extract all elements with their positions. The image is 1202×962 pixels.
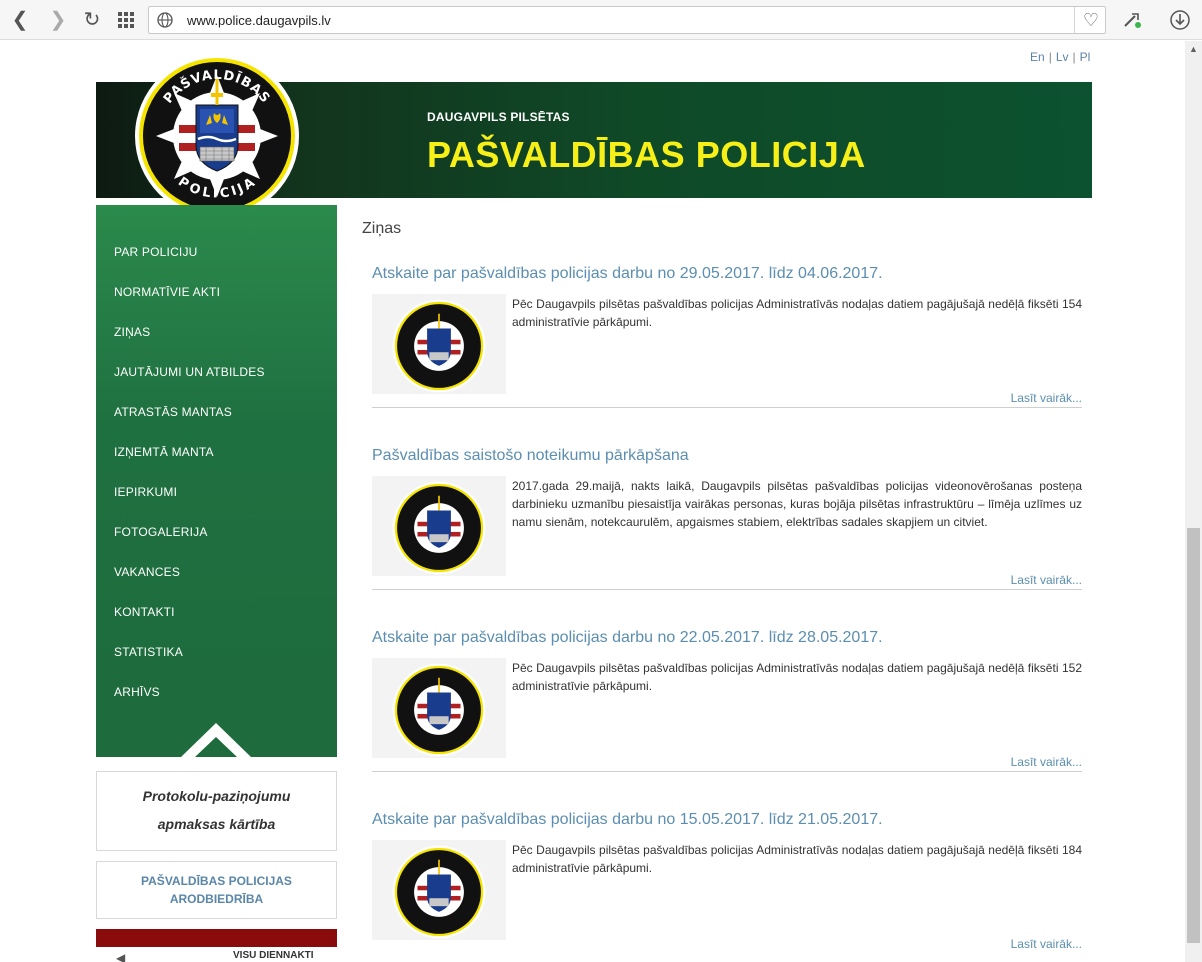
menu-item-arhivs[interactable]: ARHĪVS [114, 685, 160, 699]
url-separator [1074, 7, 1075, 33]
news-excerpt: Pēc Daugavpils pilsētas pašvaldības poli… [512, 297, 1082, 329]
trade-union-banner[interactable]: PAŠVALDĪBAS POLICIJAS ARODBIEDRĪBA [96, 861, 337, 919]
section-title: Ziņas [362, 220, 402, 237]
lang-lv[interactable]: Lv [1056, 50, 1069, 64]
scrollbar-thumb[interactable] [1187, 528, 1200, 943]
menu-item-zinas[interactable]: ZIŅAS [114, 325, 150, 339]
lang-separator: | [1072, 50, 1076, 64]
heart-icon[interactable]: ♡ [1079, 9, 1103, 31]
payment-procedure-line2: apmaksas kārtība [157, 816, 276, 832]
news-thumbnail[interactable] [372, 840, 506, 940]
news-divider [372, 771, 1082, 772]
menu-item-vakances[interactable]: VAKANCES [114, 565, 180, 579]
hotline-text: VISU DIENNAKTI [233, 950, 314, 961]
news-excerpt: Pēc Daugavpils pilsētas pašvaldības poli… [512, 661, 1082, 693]
news-excerpt: 2017.gada 29.maijā, nakts laikā, Daugavp… [512, 479, 1082, 529]
url-text[interactable]: www.police.daugavpils.lv [187, 13, 331, 28]
read-more-link[interactable]: Lasīt vairāk... [1011, 937, 1082, 951]
scroll-up-arrow-icon[interactable]: ▲ [1185, 41, 1202, 58]
lang-pl[interactable]: Pl [1080, 50, 1091, 64]
browser-toolbar: ❮ ❯ ↻ www.police.daugavpils.lv ♡ [0, 0, 1202, 40]
menu-item-iepirkumi[interactable]: IEPIRKUMI [114, 485, 177, 499]
menu-item-normativie-akti[interactable]: NORMATĪVIE AKTI [114, 285, 220, 299]
back-icon[interactable]: ❮ [8, 8, 32, 32]
police-badge-icon [392, 299, 486, 393]
banner-title: PAŠVALDĪBAS POLICIJA [427, 134, 866, 175]
news-title[interactable]: Pašvaldības saistošo noteikumu pārkāpšan… [372, 447, 689, 465]
web-page: En | Lv | Pl DAUGAVPILS PILSĒTAS PAŠVALDĪBAS… [0, 41, 1185, 962]
news-title[interactable]: Atskaite par pašvaldības policijas darbu… [372, 265, 883, 283]
trade-union-line2: ARODBIEDRĪBA [169, 892, 264, 906]
menu-item-par-policiju[interactable]: PAR POLICIJU [114, 245, 198, 259]
news-divider [372, 589, 1082, 590]
address-bar[interactable]: www.police.daugavpils.lv ♡ [148, 6, 1106, 34]
hotline-banner[interactable]: ◀ VISU DIENNAKTI [96, 947, 337, 962]
menu-item-jautajumi[interactable]: JAUTĀJUMI UN ATBILDES [114, 365, 265, 379]
speed-dial-icon[interactable] [114, 8, 138, 32]
news-thumbnail[interactable] [372, 476, 506, 576]
read-more-link[interactable]: Lasīt vairāk... [1011, 755, 1082, 769]
news-title[interactable]: Atskaite par pašvaldības policijas darbu… [372, 811, 883, 829]
news-title[interactable]: Atskaite par pašvaldības policijas darbu… [372, 629, 883, 647]
news-divider [372, 407, 1082, 408]
payment-procedure-line1: Protokolu-paziņojumu [142, 788, 291, 804]
menu-item-fotogalerija[interactable]: FOTOGALERIJA [114, 525, 208, 539]
arrow-icon: ◀ [116, 951, 126, 962]
trade-union-line1: PAŠVALDĪBAS POLICIJAS [141, 874, 292, 888]
banner-subtitle: DAUGAVPILS PILSĒTAS [427, 110, 570, 124]
read-more-link[interactable]: Lasīt vairāk... [1011, 573, 1082, 587]
vertical-scrollbar[interactable]: ▲ [1185, 41, 1202, 962]
news-thumbnail[interactable] [372, 658, 506, 758]
red-banner-strip[interactable] [96, 929, 337, 947]
police-badge-icon [392, 481, 486, 575]
police-badge-icon [392, 845, 486, 939]
reload-icon[interactable]: ↻ [80, 8, 104, 32]
lang-en[interactable]: En [1030, 50, 1045, 64]
lang-separator: | [1048, 50, 1052, 64]
payment-procedure-banner[interactable]: Protokolu-paziņojumu apmaksas kārtība [96, 771, 337, 851]
menu-item-atrastas-mantas[interactable]: ATRASTĀS MANTAS [114, 405, 232, 419]
read-more-link[interactable]: Lasīt vairāk... [1011, 391, 1082, 405]
news-excerpt: Pēc Daugavpils pilsētas pašvaldības poli… [512, 843, 1082, 875]
download-icon[interactable] [1168, 8, 1192, 32]
police-badge-logo[interactable]: PAŠVALDĪBAS POLICIJA [134, 53, 300, 219]
globe-icon [157, 12, 173, 28]
news-thumbnail[interactable] [372, 294, 506, 394]
police-badge-icon [392, 663, 486, 757]
menu-item-statistika[interactable]: STATISTIKA [114, 645, 183, 659]
menu-item-iznemta-manta[interactable]: IZŅEMTĀ MANTA [114, 445, 214, 459]
extension-icon[interactable] [1120, 8, 1144, 32]
forward-icon[interactable]: ❯ [46, 8, 70, 32]
sidebar-menu: PAR POLICIJU NORMATĪVIE AKTI ZIŅAS JAUTĀ… [96, 205, 337, 757]
language-switcher: En | Lv | Pl [1030, 50, 1090, 64]
chevron-up-icon[interactable] [181, 721, 251, 757]
menu-item-kontakti[interactable]: KONTAKTI [114, 605, 175, 619]
